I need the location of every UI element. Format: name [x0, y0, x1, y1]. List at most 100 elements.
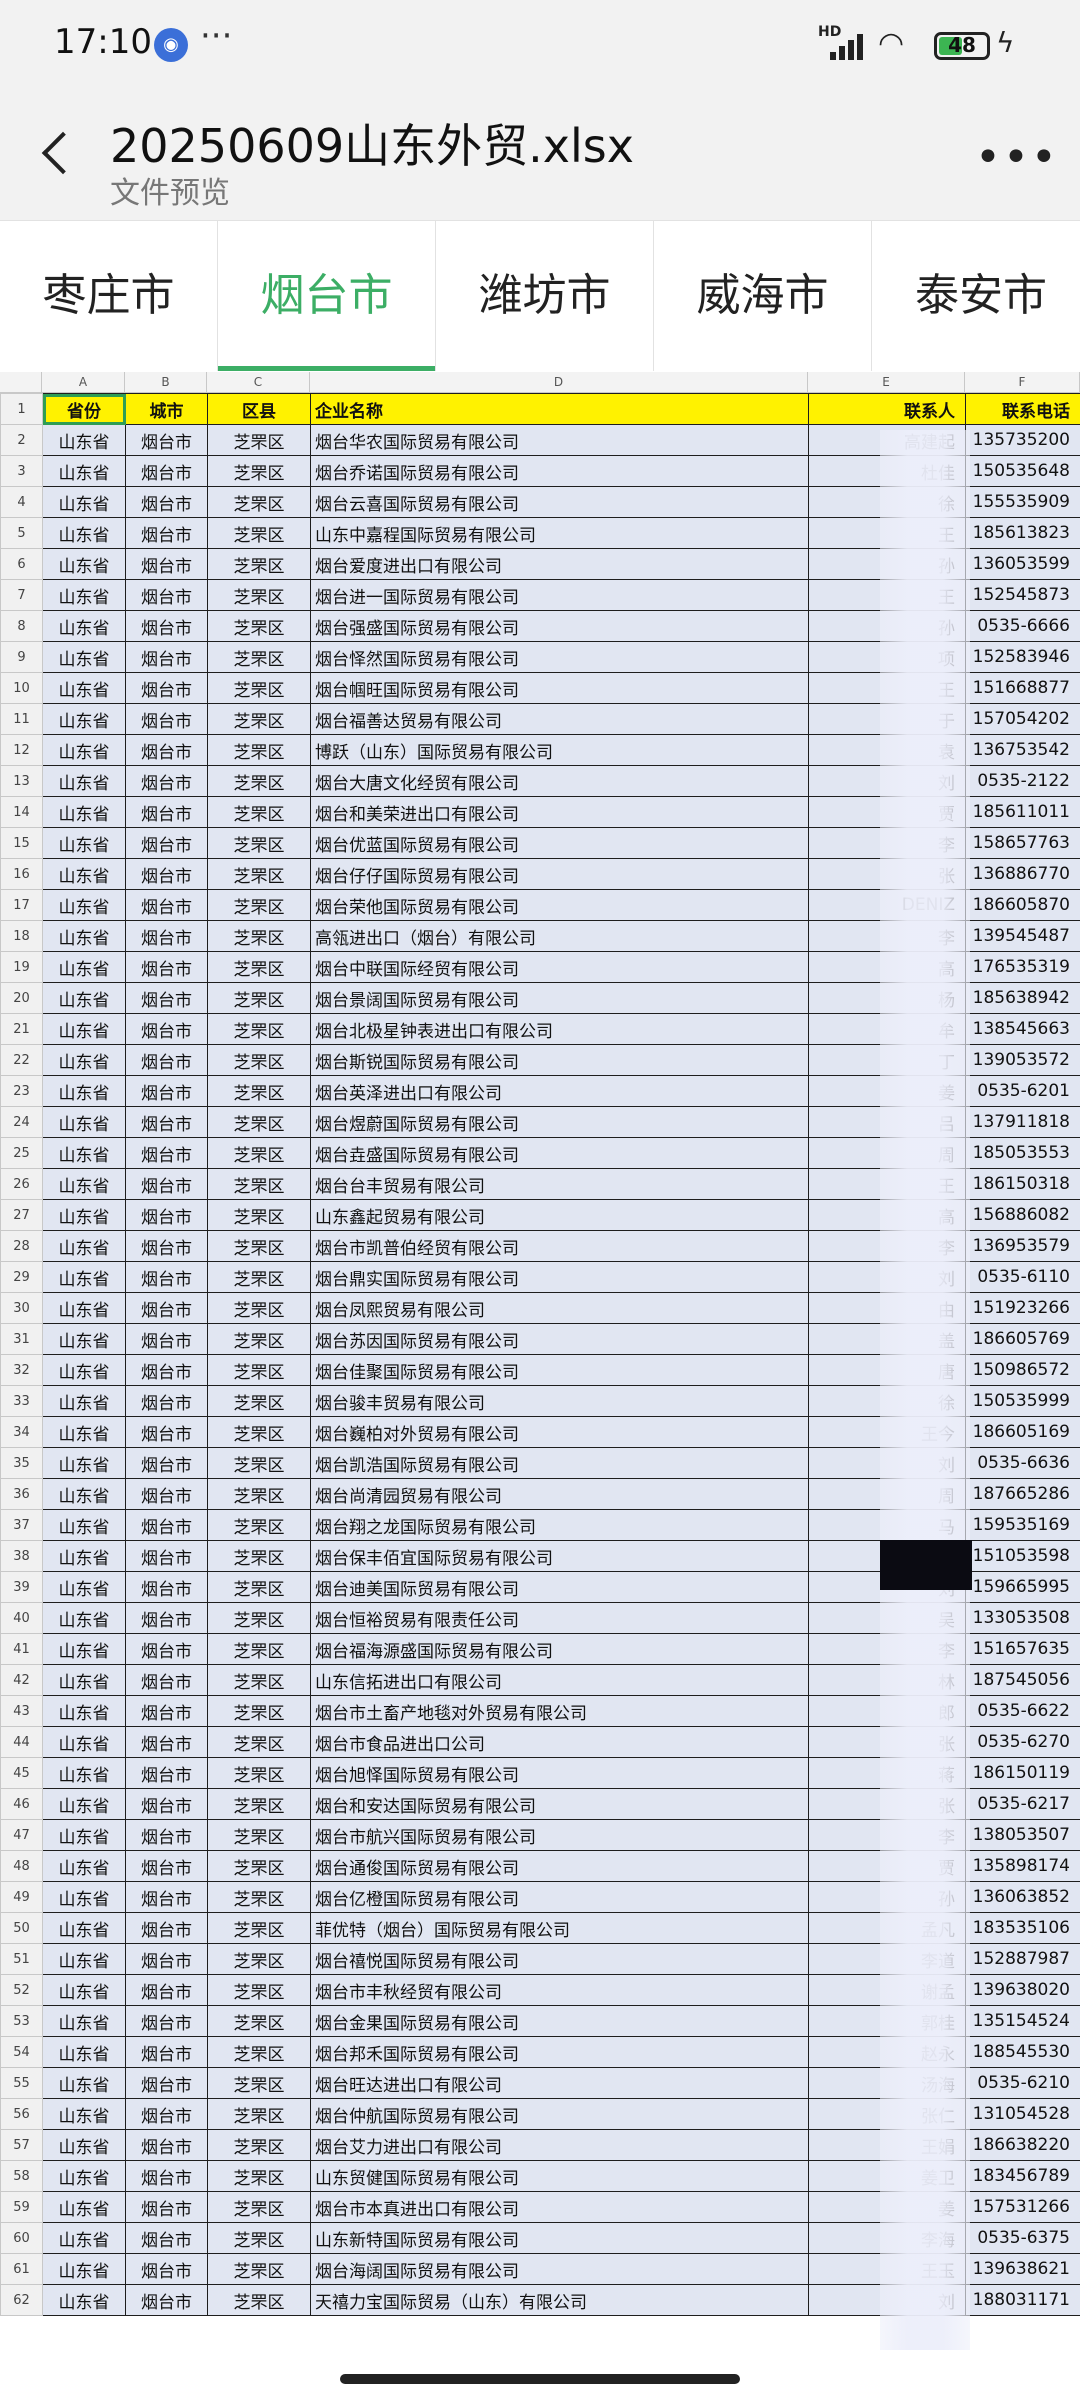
table-cell[interactable]: 芝罘区 [207, 1571, 311, 1603]
table-cell[interactable]: 山东省 [42, 2098, 126, 2130]
table-cell[interactable]: 芝罘区 [207, 455, 311, 487]
table-cell[interactable]: 烟台市 [125, 1416, 208, 1448]
table-cell[interactable]: 151053598 [965, 1540, 1080, 1572]
table-cell[interactable]: 136753542 [965, 734, 1080, 766]
table-cell[interactable]: 山东省 [42, 982, 126, 1014]
table-cell[interactable]: 烟台市 [125, 1354, 208, 1386]
table-cell[interactable]: 0535-6666 [965, 610, 1080, 642]
table-cell[interactable]: 芝罘区 [207, 1478, 311, 1510]
table-cell[interactable]: 烟台市 [125, 2222, 208, 2254]
table-cell[interactable]: 山东省 [42, 1013, 126, 1045]
table-cell[interactable]: 185611011 [965, 796, 1080, 828]
table-cell[interactable]: 烟台市 [125, 1850, 208, 1882]
table-cell[interactable]: 烟台垚盛国际贸易有限公司 [310, 1137, 809, 1169]
table-cell[interactable]: 山东省 [42, 455, 126, 487]
table-cell[interactable]: 山东省 [42, 703, 126, 735]
table-cell[interactable]: 芝罘区 [207, 1323, 311, 1355]
table-cell[interactable]: 158657763 [965, 827, 1080, 859]
table-cell[interactable]: 烟台骏丰贸易有限公司 [310, 1385, 809, 1417]
table-cell[interactable]: 博跃（山东）国际贸易有限公司 [310, 734, 809, 766]
table-cell[interactable]: 山东省 [42, 2036, 126, 2068]
column-letter[interactable]: B [125, 372, 207, 392]
table-cell[interactable]: 烟台市 [125, 1664, 208, 1696]
table-cell[interactable]: 芝罘区 [207, 1757, 311, 1789]
table-cell[interactable]: 芝罘区 [207, 1137, 311, 1169]
table-cell[interactable]: 芝罘区 [207, 1075, 311, 1107]
table-cell[interactable]: 烟台荣他国际贸易有限公司 [310, 889, 809, 921]
column-letter[interactable]: D [310, 372, 808, 392]
table-cell[interactable]: 烟台北极星钟表进出口有限公司 [310, 1013, 809, 1045]
table-cell[interactable]: 0535-6217 [965, 1788, 1080, 1820]
table-cell[interactable]: 0535-6270 [965, 1726, 1080, 1758]
table-cell[interactable]: 山东省 [42, 548, 126, 580]
table-cell[interactable]: 烟台市 [125, 1292, 208, 1324]
table-cell[interactable]: 山东省 [42, 1633, 126, 1665]
table-cell[interactable]: 山东省 [42, 1292, 126, 1324]
table-cell[interactable]: 山东省 [42, 1199, 126, 1231]
table-cell[interactable]: 芝罘区 [207, 1230, 311, 1262]
table-cell[interactable]: 152887987 [965, 1943, 1080, 1975]
tab-sheet-active[interactable]: 烟台市 [218, 221, 436, 371]
table-cell[interactable]: 烟台市 [125, 2160, 208, 2192]
table-cell[interactable]: 芝罘区 [207, 827, 311, 859]
table-cell[interactable]: 烟台仔仔国际贸易有限公司 [310, 858, 809, 890]
table-cell[interactable]: 山东省 [42, 1819, 126, 1851]
table-cell[interactable]: 0535-6201 [965, 1075, 1080, 1107]
table-cell[interactable]: 烟台大唐文化经贸有限公司 [310, 765, 809, 797]
table-cell[interactable]: 山东省 [42, 1447, 126, 1479]
table-cell[interactable]: 山东省 [42, 1540, 126, 1572]
table-cell[interactable]: 山东省 [42, 641, 126, 673]
table-cell[interactable]: 186150119 [965, 1757, 1080, 1789]
table-cell[interactable]: 烟台云喜国际贸易有限公司 [310, 486, 809, 518]
table-cell[interactable]: 0535-6375 [965, 2222, 1080, 2254]
table-cell[interactable]: 135154524 [965, 2005, 1080, 2037]
table-cell[interactable]: 山东省 [42, 1478, 126, 1510]
table-cell[interactable]: 芝罘区 [207, 1509, 311, 1541]
table-cell[interactable]: 183456789 [965, 2160, 1080, 2192]
table-cell[interactable]: 139545487 [965, 920, 1080, 952]
table-cell[interactable]: 烟台迪美国际贸易有限公司 [310, 1571, 809, 1603]
table-cell[interactable]: 烟台邦禾国际贸易有限公司 [310, 2036, 809, 2068]
table-cell[interactable]: 芝罘区 [207, 1881, 311, 1913]
table-cell[interactable]: 烟台市丰秋经贸有限公司 [310, 1974, 809, 2006]
table-cell[interactable]: 烟台华农国际贸易有限公司 [310, 424, 809, 456]
table-cell[interactable]: 芝罘区 [207, 1695, 311, 1727]
table-cell[interactable]: 芝罘区 [207, 1168, 311, 1200]
table-cell[interactable]: 157054202 [965, 703, 1080, 735]
table-cell[interactable]: 菲优特（烟台）国际贸易有限公司 [310, 1912, 809, 1944]
column-letter[interactable]: F [965, 372, 1080, 392]
table-cell[interactable]: 烟台进一国际贸易有限公司 [310, 579, 809, 611]
table-cell[interactable]: 烟台尚清园贸易有限公司 [310, 1478, 809, 1510]
table-cell[interactable]: 芝罘区 [207, 579, 311, 611]
table-cell[interactable]: 157531266 [965, 2191, 1080, 2223]
table-cell[interactable]: 136063852 [965, 1881, 1080, 1913]
table-cell[interactable]: 烟台福善达贸易有限公司 [310, 703, 809, 735]
table-cell[interactable]: 烟台市 [125, 765, 208, 797]
table-cell[interactable]: 烟台旭怿国际贸易有限公司 [310, 1757, 809, 1789]
table-cell[interactable]: 山东省 [42, 1168, 126, 1200]
table-cell[interactable]: 山东省 [42, 827, 126, 859]
table-cell[interactable]: 芝罘区 [207, 1199, 311, 1231]
table-cell[interactable]: 0535-2122 [965, 765, 1080, 797]
table-cell[interactable]: 150986572 [965, 1354, 1080, 1386]
table-cell[interactable]: 芝罘区 [207, 858, 311, 890]
table-cell[interactable]: 烟台爱度进出口有限公司 [310, 548, 809, 580]
table-cell[interactable]: 0535-6110 [965, 1261, 1080, 1293]
table-cell[interactable]: 烟台海阔国际贸易有限公司 [310, 2253, 809, 2285]
table-cell[interactable]: 烟台金果国际贸易有限公司 [310, 2005, 809, 2037]
table-cell[interactable]: 山东省 [42, 1881, 126, 1913]
table-cell[interactable]: 烟台市 [125, 858, 208, 890]
table-cell[interactable]: 芝罘区 [207, 1044, 311, 1076]
table-cell[interactable]: 烟台市 [125, 734, 208, 766]
table-cell[interactable]: 烟台市 [125, 1509, 208, 1541]
table-cell[interactable]: 芝罘区 [207, 1974, 311, 2006]
tab-sheet[interactable]: 枣庄市 [0, 221, 218, 371]
table-cell[interactable]: 芝罘区 [207, 1726, 311, 1758]
table-cell[interactable]: 烟台亿橙国际贸易有限公司 [310, 1881, 809, 1913]
table-cell[interactable]: 烟台市 [125, 1602, 208, 1634]
table-cell[interactable]: 芝罘区 [207, 1261, 311, 1293]
table-cell[interactable]: 烟台市 [125, 2067, 208, 2099]
table-cell[interactable]: 烟台市 [125, 1819, 208, 1851]
table-cell[interactable]: 烟台台丰贸易有限公司 [310, 1168, 809, 1200]
table-cell[interactable]: 烟台市 [125, 1571, 208, 1603]
